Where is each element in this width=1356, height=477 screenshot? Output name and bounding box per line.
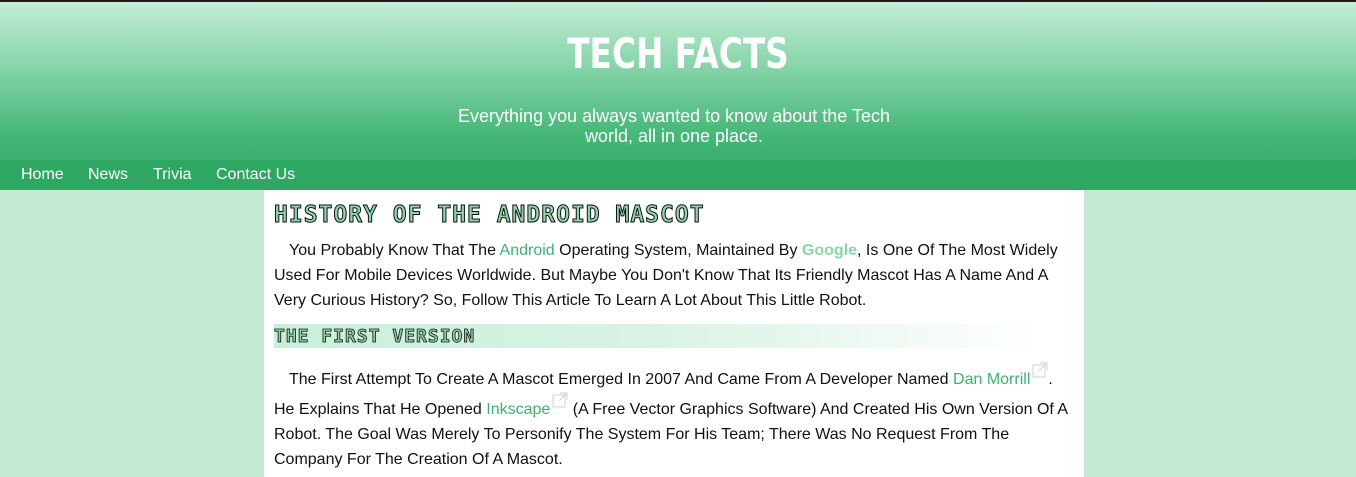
site-tagline: Everything you always wanted to know abo… [453, 106, 895, 146]
external-link-icon[interactable] [552, 392, 568, 408]
main-nav: Home News Trivia Contact Us [0, 160, 1356, 190]
google-link[interactable]: Google [802, 242, 857, 259]
article-content: HISTORY OF THE ANDROID MASCOT You Probab… [264, 190, 1084, 477]
intro-text-2: Operating System, Maintained By [554, 242, 802, 259]
section-heading-bar: THE FIRST VERSION [274, 324, 1044, 348]
section1-text-1: The First Attempt To Create A Mascot Eme… [289, 371, 954, 388]
nav-item-news[interactable]: News [88, 166, 128, 184]
intro-text-1: You Probably Know That The [289, 242, 500, 259]
intro-paragraph: You Probably Know That The Android Opera… [274, 238, 1074, 313]
android-link[interactable]: Android [500, 242, 555, 259]
inkscape-link[interactable]: Inkscape [486, 401, 550, 418]
nav-item-trivia[interactable]: Trivia [153, 166, 192, 184]
tagline-line-1: Everything you always wanted to know abo… [458, 106, 890, 126]
section-heading-first-version: THE FIRST VERSION [274, 326, 476, 348]
external-link-icon[interactable] [1032, 362, 1048, 378]
article-title: HISTORY OF THE ANDROID MASCOT [274, 202, 705, 229]
dan-morrill-link[interactable]: Dan Morrill [953, 371, 1030, 388]
tagline-line-2: world, all in one place. [584, 126, 764, 146]
first-version-paragraph: The First Attempt To Create A Mascot Eme… [274, 362, 1074, 472]
site-title: TECH FACTS [567, 29, 789, 78]
nav-item-contact-us[interactable]: Contact Us [216, 166, 295, 184]
nav-item-home[interactable]: Home [21, 166, 64, 184]
